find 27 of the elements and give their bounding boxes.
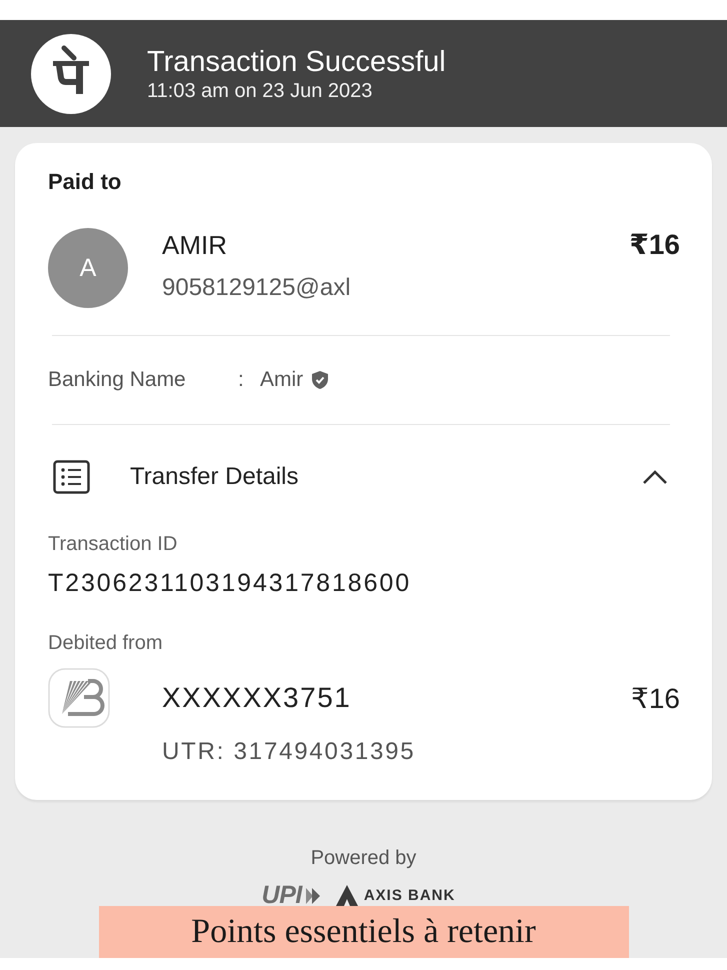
section-heading: Paid to xyxy=(48,169,122,195)
amount: ₹16 xyxy=(631,682,680,714)
field-label: Transaction ID xyxy=(48,532,178,557)
field-label: Debited from xyxy=(48,631,164,656)
bank-logo-icon xyxy=(48,668,110,728)
banking-name-value: Amir xyxy=(260,367,304,393)
transaction-time: 11:03 am on 23 Jun 2023 xyxy=(147,78,374,102)
upi-id: 9058129125@axl xyxy=(162,273,352,303)
chevron-arrow-icon xyxy=(306,886,320,904)
caret-up-icon[interactable] xyxy=(642,469,668,485)
payee-name: AMIR xyxy=(162,229,228,261)
bank-name: AXIS BANK xyxy=(364,886,456,906)
field-label: Banking Name xyxy=(48,367,187,393)
triangle-logo-icon xyxy=(336,885,358,906)
status-title: Transaction Successful xyxy=(147,44,446,78)
list-icon xyxy=(53,460,90,494)
account-number: XXXXXX3751 xyxy=(162,681,352,715)
amount: ₹16 xyxy=(629,228,680,261)
caption-banner: Points essentiels à retenir xyxy=(98,906,628,958)
logo-icon xyxy=(31,34,111,114)
utr-number: UTR: 317494031395 xyxy=(162,737,416,767)
logo-text: UPI xyxy=(262,885,302,906)
section-title: Transfer Details xyxy=(130,462,298,492)
separator: : xyxy=(238,367,245,393)
powered-by-text: Powered by xyxy=(310,846,416,871)
avatar: A xyxy=(48,228,128,308)
transaction-id: T2306231103194317818600 xyxy=(48,568,412,598)
